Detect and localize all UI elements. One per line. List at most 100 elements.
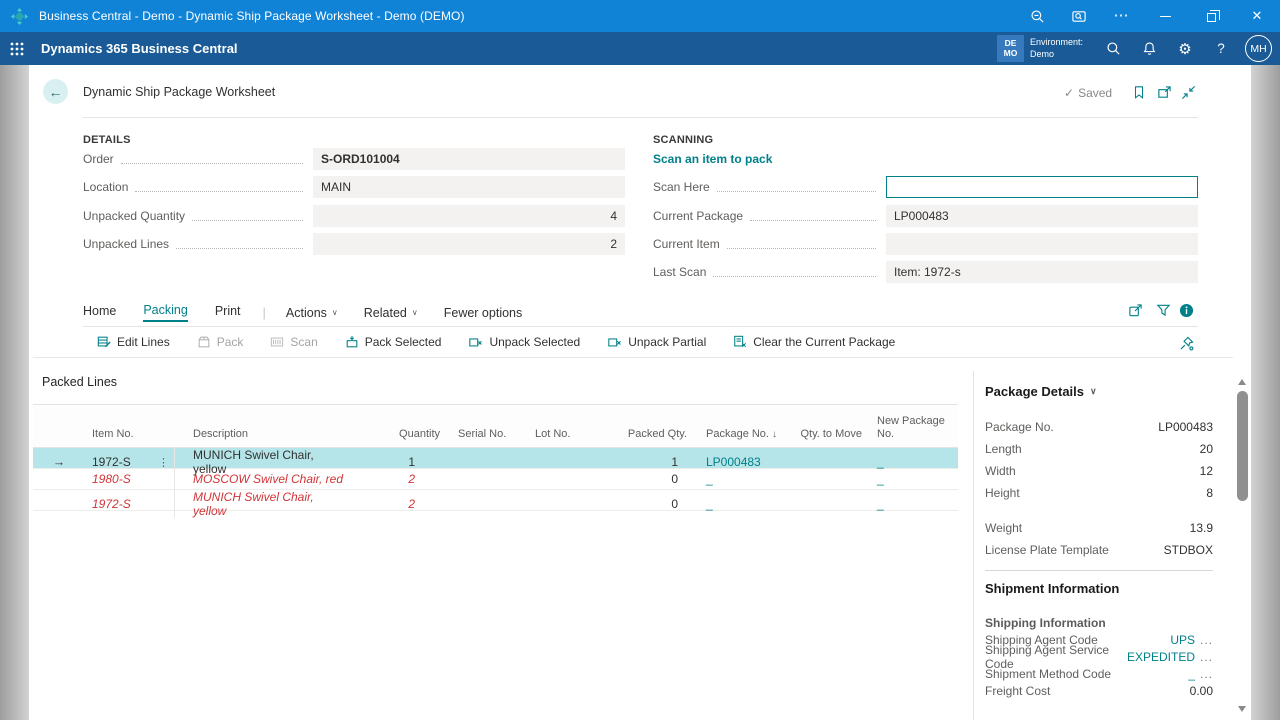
table-row[interactable]: 1972-S MUNICH Swivel Chair, yellow 2 0 _…: [33, 490, 958, 511]
tab-home[interactable]: Home: [83, 304, 116, 321]
user-avatar[interactable]: MH: [1245, 35, 1272, 62]
table-row[interactable]: → 1972-S ⋮ MUNICH Swivel Chair, yellow 1…: [33, 448, 958, 469]
unpack-selected-button[interactable]: Unpack Selected: [468, 335, 580, 349]
scrollbar-thumb[interactable]: [1237, 391, 1248, 501]
column-header-item-no[interactable]: Item No.: [85, 428, 175, 447]
back-button[interactable]: ←: [43, 79, 68, 104]
factbox-divider: [973, 371, 974, 720]
clear-current-package-button[interactable]: Clear the Current Package: [733, 335, 895, 349]
menu-tabbar: Home Packing Print | Actions ∨ Related ∨…: [83, 303, 548, 322]
pin-action-bar-icon[interactable]: [1179, 336, 1194, 351]
scroll-up-arrow[interactable]: [1238, 379, 1246, 385]
more-options-icon[interactable]: ⋯: [1100, 0, 1142, 32]
edit-lines-button[interactable]: Edit Lines: [97, 335, 170, 349]
page-left-gutter: [0, 65, 29, 720]
current-item-field: Current Item: [653, 233, 1198, 255]
tabbar-divider: [83, 326, 1198, 327]
search-icon[interactable]: [1095, 41, 1131, 56]
zoom-out-icon[interactable]: [1016, 0, 1058, 32]
column-header-serial-no[interactable]: Serial No.: [440, 428, 515, 447]
cell-lot-no: [515, 469, 615, 489]
current-package-field: Current Package LP000483: [653, 205, 1198, 227]
tab-search-icon[interactable]: [1058, 0, 1100, 32]
column-header-lot-no[interactable]: Lot No.: [515, 428, 615, 447]
scan-here-label: Scan Here: [653, 180, 710, 194]
sort-descending-icon: ↓: [772, 429, 777, 441]
assist-edit-icon[interactable]: ...: [1198, 650, 1213, 664]
unpack-partial-button[interactable]: Unpack Partial: [607, 335, 706, 349]
cell-package-no-link[interactable]: _: [705, 490, 800, 518]
cell-new-package-no[interactable]: _: [862, 490, 958, 518]
restore-window-button[interactable]: [1188, 0, 1234, 32]
cell-package-no-link[interactable]: _: [705, 469, 800, 489]
order-field: Order S-ORD101004: [83, 148, 625, 170]
fewer-options-button[interactable]: Fewer options: [444, 306, 523, 320]
product-navbar: Dynamics 365 Business Central DE MO Envi…: [0, 32, 1280, 65]
shipment-information-header[interactable]: Shipment Information: [985, 581, 1119, 596]
column-header-qty-to-move[interactable]: Qty. to Move: [800, 428, 862, 447]
scroll-down-arrow[interactable]: [1238, 706, 1246, 712]
page-right-gutter: [1251, 65, 1280, 720]
dotted-leader: [135, 183, 303, 192]
column-header-description[interactable]: Description: [175, 428, 345, 447]
info-icon[interactable]: [1179, 303, 1194, 318]
column-header-new-package-no[interactable]: New Package No.: [862, 415, 958, 447]
current-item-label: Current Item: [653, 237, 720, 251]
clear-package-icon: [733, 335, 747, 349]
column-header-package-no[interactable]: Package No. ↓: [705, 428, 800, 447]
column-header-quantity[interactable]: Quantity: [345, 428, 440, 447]
cell-new-package-no[interactable]: _: [862, 469, 958, 489]
assist-edit-icon[interactable]: ...: [1198, 667, 1213, 681]
pack-selected-button[interactable]: Pack Selected: [345, 335, 442, 349]
select-column-header[interactable]: [33, 441, 85, 447]
license-plate-template-row: License Plate Template STDBOX: [985, 539, 1213, 561]
tab-print[interactable]: Print: [215, 304, 241, 321]
bookmark-icon[interactable]: [1132, 85, 1146, 100]
saved-check-icon: ✓: [1064, 86, 1074, 100]
chevron-down-icon: ∨: [412, 308, 418, 317]
shipping-agent-code-value[interactable]: UPS: [1170, 633, 1195, 647]
unpacked-quantity-field: Unpacked Quantity 4: [83, 205, 625, 227]
pack-selected-icon: [345, 335, 359, 349]
assist-edit-icon[interactable]: ...: [1198, 633, 1213, 647]
tab-actions[interactable]: Actions ∨: [286, 306, 338, 320]
settings-gear-icon[interactable]: ⚙: [1167, 40, 1203, 58]
current-package-value: LP000483: [886, 205, 1198, 227]
column-header-packed-qty[interactable]: Packed Qty.: [615, 428, 705, 447]
share-icon[interactable]: [1128, 303, 1143, 318]
freight-cost-value: 0.00: [1190, 684, 1213, 698]
location-label: Location: [83, 180, 128, 194]
help-icon[interactable]: ?: [1203, 41, 1239, 56]
scan-button: Scan: [270, 335, 317, 349]
notifications-bell-icon[interactable]: [1131, 41, 1167, 56]
unpacked-lines-field: Unpacked Lines 2: [83, 233, 625, 255]
last-scan-value: Item: 1972-s: [886, 261, 1198, 283]
table-row[interactable]: 1980-S MOSCOW Swivel Chair, red 2 0 _ _: [33, 469, 958, 490]
app-launcher-waffle-icon[interactable]: [0, 32, 34, 65]
dotted-leader: [121, 155, 303, 164]
unpacked-quantity-value: 4: [313, 205, 625, 227]
collapse-page-icon[interactable]: [1181, 85, 1196, 100]
pack-button: Pack: [197, 335, 244, 349]
tab-separator: |: [263, 305, 266, 320]
scan-here-input[interactable]: [886, 176, 1198, 198]
tab-packing[interactable]: Packing: [143, 303, 187, 322]
package-details-header[interactable]: Package Details ∨: [985, 384, 1097, 399]
tab-related[interactable]: Related ∨: [364, 306, 418, 320]
cell-description: MOSCOW Swivel Chair, red: [175, 469, 345, 489]
close-button[interactable]: ✕: [1234, 0, 1280, 32]
shipping-information-group-title: Shipping Information: [985, 616, 1106, 630]
chevron-down-icon: ∨: [1090, 386, 1097, 397]
location-field: Location MAIN: [83, 176, 625, 198]
row-menu-icon[interactable]: ⋮: [158, 456, 174, 469]
minimize-button[interactable]: [1142, 0, 1188, 32]
height-row: Height 8: [985, 482, 1213, 504]
shipment-method-code-value[interactable]: _: [1188, 667, 1195, 681]
width-row: Width 12: [985, 460, 1213, 482]
chevron-down-icon: ∨: [332, 308, 338, 317]
environment-badge[interactable]: DE MO: [997, 35, 1024, 62]
open-in-new-window-icon[interactable]: [1157, 85, 1172, 100]
filter-icon[interactable]: [1156, 303, 1171, 318]
shipping-agent-service-code-value[interactable]: EXPEDITED: [1127, 650, 1195, 664]
shipment-method-code-row: Shipment Method Code _ ...: [985, 665, 1213, 682]
